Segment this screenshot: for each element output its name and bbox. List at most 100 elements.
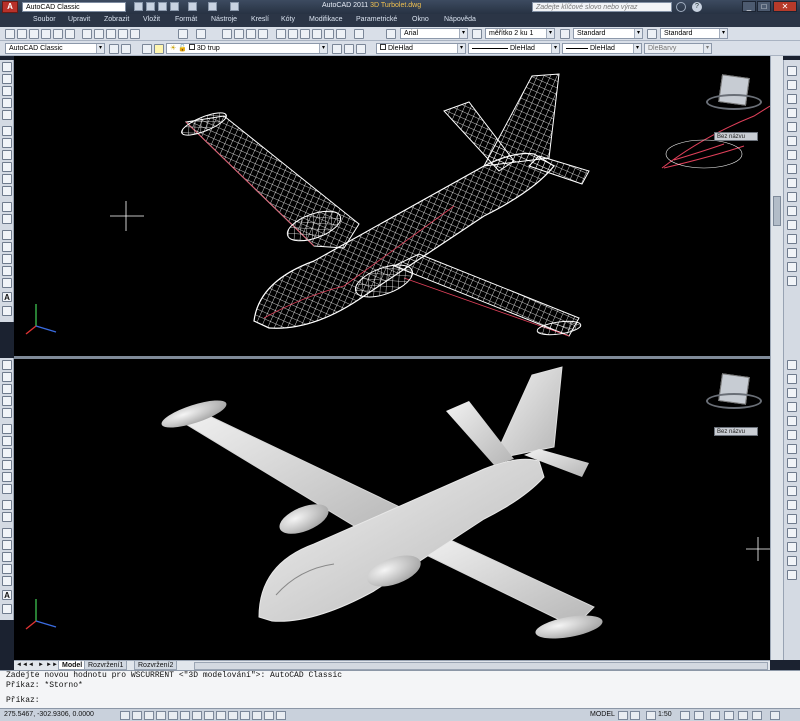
quick-view-layouts-icon[interactable]	[618, 711, 628, 720]
search-input[interactable]: Zadejte klíčové slovo nebo výraz	[532, 2, 672, 12]
ellipse-icon[interactable]	[2, 174, 12, 184]
help-tb-icon[interactable]	[354, 29, 364, 39]
saveas-icon[interactable]	[170, 2, 179, 11]
block-editor-icon[interactable]	[130, 29, 140, 39]
save-file-icon[interactable]	[29, 29, 39, 39]
tab-model[interactable]: Model	[58, 661, 87, 670]
make-block-icon[interactable]	[2, 512, 12, 522]
explode-icon[interactable]	[787, 276, 797, 286]
workspace-switch-icon[interactable]	[710, 711, 720, 720]
publish-icon[interactable]	[65, 29, 75, 39]
snap-icon[interactable]	[132, 711, 142, 720]
hatch-icon[interactable]	[2, 540, 12, 550]
table-icon[interactable]	[2, 278, 12, 288]
workspace-select[interactable]: AutoCAD Classic ▾	[5, 43, 105, 54]
paste-icon[interactable]	[106, 29, 116, 39]
lock-ui-icon[interactable]	[724, 711, 734, 720]
spline-icon[interactable]	[2, 162, 12, 172]
clean-screen-icon[interactable]	[770, 711, 780, 720]
otrack-icon[interactable]	[204, 711, 214, 720]
offset-icon[interactable]	[787, 402, 797, 412]
line-icon[interactable]	[2, 360, 12, 370]
tool-palettes-icon[interactable]	[300, 29, 310, 39]
properties-icon[interactable]	[276, 29, 286, 39]
zoom-previous-icon[interactable]	[258, 29, 268, 39]
copy-object-icon[interactable]	[787, 374, 797, 384]
viewport-wireframe[interactable]: Bez názvu	[14, 56, 770, 356]
rotate-icon[interactable]	[787, 444, 797, 454]
lineweight-toggle-icon[interactable]	[240, 711, 250, 720]
mtext-icon[interactable]: A	[2, 590, 12, 600]
polygon-icon[interactable]	[2, 98, 12, 108]
fillet-icon[interactable]	[787, 262, 797, 272]
menu-nastroje[interactable]: Nástroje	[211, 16, 237, 23]
pan-icon[interactable]	[222, 29, 232, 39]
new-icon[interactable]	[134, 2, 143, 11]
construction-line-icon[interactable]	[2, 74, 12, 84]
copy-icon[interactable]	[94, 29, 104, 39]
menu-format[interactable]: Formát	[175, 16, 197, 23]
chamfer-icon[interactable]	[787, 542, 797, 552]
undo-tb-icon[interactable]	[178, 29, 188, 39]
app-logo-icon[interactable]: A	[2, 1, 18, 13]
preview-icon[interactable]	[53, 29, 63, 39]
make-current-icon[interactable]	[332, 44, 342, 54]
table-icon[interactable]	[2, 576, 12, 586]
add-selected-icon[interactable]	[2, 604, 12, 614]
polyline-icon[interactable]	[2, 86, 12, 96]
horizontal-scrollbar[interactable]	[194, 662, 768, 670]
arc-icon[interactable]	[2, 424, 12, 434]
tab-layout1[interactable]: Rozvržení1	[84, 661, 128, 670]
scale-icon[interactable]	[787, 458, 797, 468]
help-icon[interactable]: ?	[692, 2, 702, 12]
rotate-icon[interactable]	[787, 150, 797, 160]
design-center-icon[interactable]	[288, 29, 298, 39]
3d-osnap-icon[interactable]	[192, 711, 202, 720]
line-icon[interactable]	[2, 62, 12, 72]
erase-icon[interactable]	[787, 360, 797, 370]
auto-scale-icon[interactable]	[694, 711, 704, 720]
mirror-icon[interactable]	[787, 388, 797, 398]
undo-icon[interactable]	[188, 2, 197, 11]
ellipse-icon[interactable]	[2, 472, 12, 482]
polygon-icon[interactable]	[2, 396, 12, 406]
move-icon[interactable]	[787, 430, 797, 440]
cut-icon[interactable]	[82, 29, 92, 39]
menu-parametricke[interactable]: Parametrické	[356, 16, 397, 23]
polyline-icon[interactable]	[2, 384, 12, 394]
lineweight-select[interactable]: DleHlad ▾	[562, 43, 642, 54]
annotation-scale-icon[interactable]	[472, 29, 482, 39]
tab-layout2[interactable]: Rozvržení2	[134, 661, 178, 670]
workspace-save-icon[interactable]	[121, 44, 131, 54]
mirror-icon[interactable]	[787, 94, 797, 104]
zoom-realtime-icon[interactable]	[234, 29, 244, 39]
revcloud-icon[interactable]	[2, 150, 12, 160]
selection-cycling-icon[interactable]	[276, 711, 286, 720]
transparency-icon[interactable]	[252, 711, 262, 720]
tab-nav-prev[interactable]: ◄	[28, 662, 34, 668]
ortho-icon[interactable]	[156, 711, 166, 720]
close-button[interactable]: ✕	[773, 1, 797, 12]
layer-states-icon[interactable]	[356, 44, 366, 54]
annotation-scale-status-icon[interactable]	[646, 711, 656, 720]
quick-view-drawings-icon[interactable]	[630, 711, 640, 720]
explode-icon[interactable]	[787, 570, 797, 580]
rectangle-icon[interactable]	[2, 110, 12, 120]
viewcube-label[interactable]: Bez názvu	[714, 427, 758, 436]
redo-icon[interactable]	[208, 2, 217, 11]
font-select[interactable]: Arial ▾	[400, 28, 468, 39]
region-icon[interactable]	[2, 564, 12, 574]
layer-select[interactable]: ☀ 🔓 3D trup ▾	[166, 43, 328, 54]
circle-icon[interactable]	[2, 436, 12, 446]
menu-kresli[interactable]: Kreslí	[251, 16, 269, 23]
stretch-icon[interactable]	[787, 472, 797, 482]
viewcube-label[interactable]: Bez názvu	[714, 132, 758, 141]
isolate-objects-icon[interactable]	[738, 711, 748, 720]
layer-previous-icon[interactable]	[344, 44, 354, 54]
save-icon[interactable]	[158, 2, 167, 11]
grid-icon[interactable]	[144, 711, 154, 720]
array-icon[interactable]	[787, 122, 797, 132]
status-tray-icon[interactable]	[752, 711, 762, 720]
ellipse-arc-icon[interactable]	[2, 484, 12, 494]
chamfer-icon[interactable]	[787, 248, 797, 258]
